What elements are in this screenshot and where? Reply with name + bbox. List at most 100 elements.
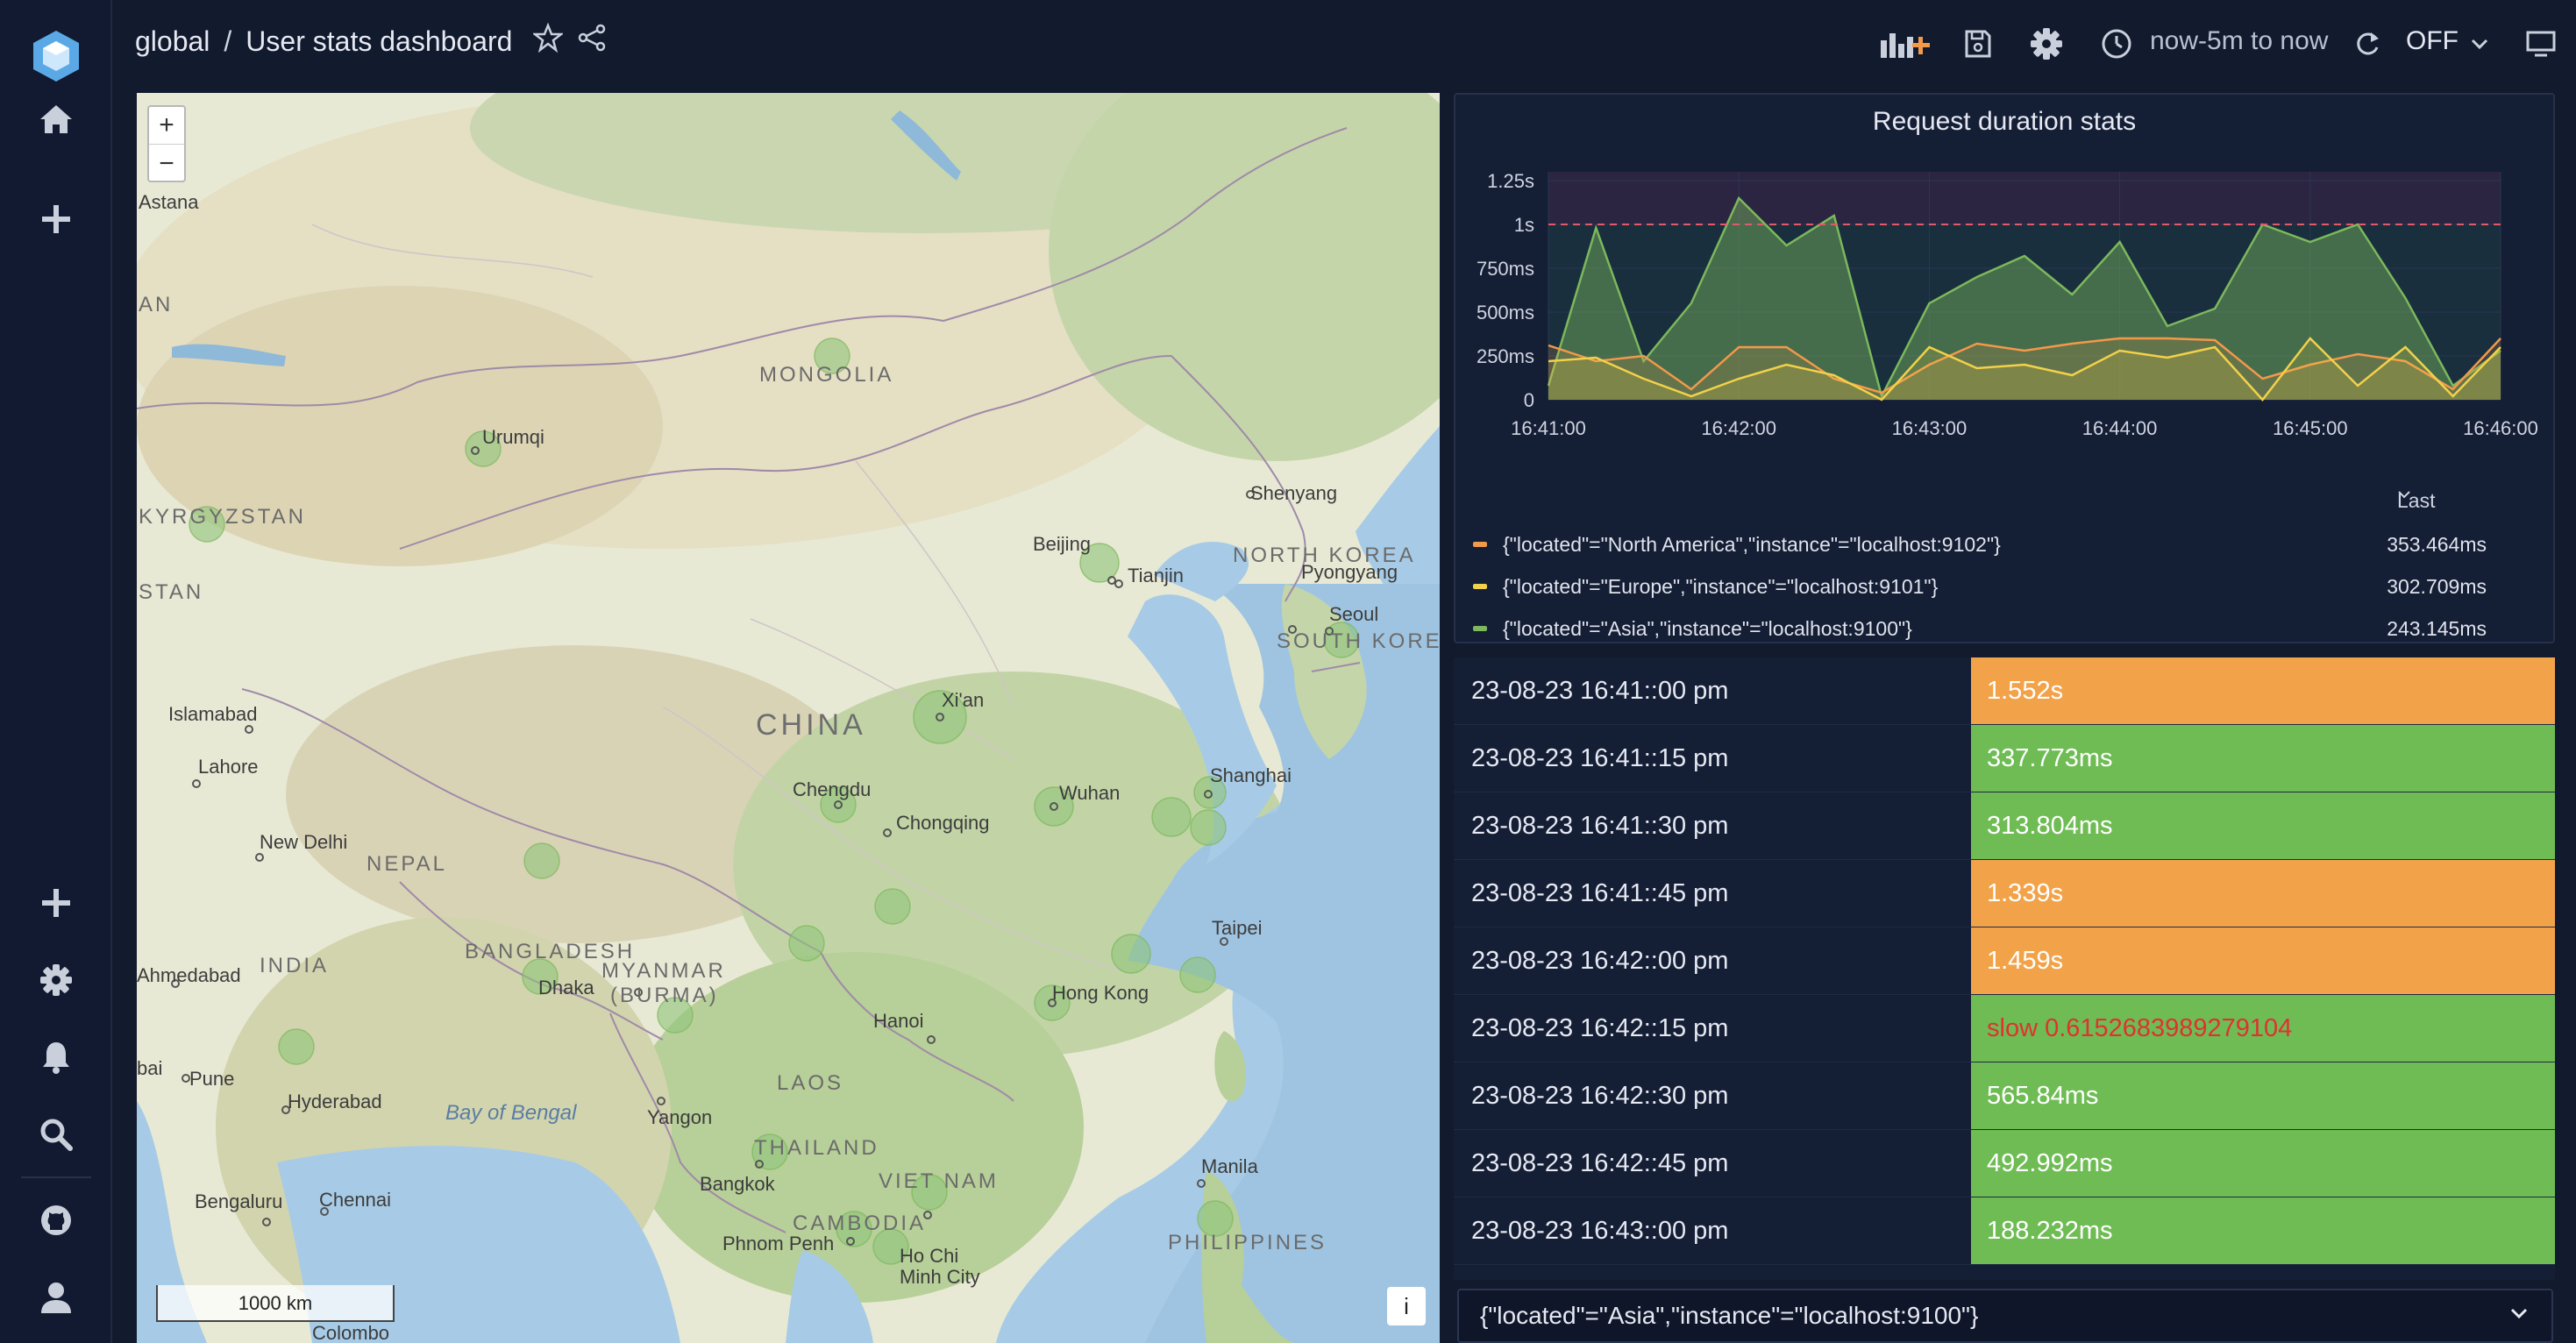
create-icon[interactable]	[21, 868, 91, 938]
github-icon[interactable]	[21, 1185, 91, 1255]
duration-chart[interactable]: 0 250ms 500ms 750ms 1s 1.25s 16:41:00 16:42:00 1…	[1455, 95, 2557, 480]
zoom-out-button[interactable]: −	[149, 145, 184, 182]
time-cell: 23-08-23 16:41::00 pm	[1471, 677, 1729, 705]
save-icon[interactable]	[1957, 23, 1999, 65]
map-label: Seoul	[1329, 603, 1379, 625]
value-cell: 565.84ms	[1971, 1062, 2555, 1129]
map-label: Urumqi	[482, 426, 544, 448]
time-cell: 23-08-23 16:41::15 pm	[1471, 744, 1729, 772]
map-label: Chongqing	[896, 812, 990, 834]
map-label: MYANMAR	[601, 959, 726, 983]
map-label: Yangon	[647, 1106, 713, 1128]
legend-last-value: 243.145ms	[2387, 617, 2487, 640]
table-row: 23-08-23 16:41::45 pm 1.339s	[1454, 860, 2555, 927]
refresh-icon[interactable]	[2346, 23, 2388, 65]
y-tick-label: 1s	[1514, 214, 1534, 236]
time-cell: 23-08-23 16:41::30 pm	[1471, 812, 1729, 840]
map-label: Hong Kong	[1052, 982, 1149, 1004]
x-tick-label: 16:44:00	[2082, 417, 2158, 439]
map-label: Lahore	[198, 756, 259, 778]
x-tick-label: 16:43:00	[1892, 417, 1968, 439]
map-label: Colombo	[312, 1322, 390, 1343]
home-icon[interactable]	[21, 84, 91, 154]
table-row: 23-08-23 16:42::45 pm 492.992ms	[1454, 1130, 2555, 1197]
legend-item[interactable]: {"located"="Asia","instance"="localhost:…	[1473, 612, 2543, 647]
dashboard-settings-icon[interactable]	[2025, 23, 2067, 65]
request-duration-panel: Request duration stats 0 250ms 500ms 750ms 1…	[1454, 93, 2555, 643]
value-cell: slow 0.6152683989279104	[1971, 995, 2555, 1062]
series-select[interactable]: {"located"="Asia","instance"="localhost:…	[1457, 1289, 2553, 1343]
time-cell: 23-08-23 16:41::45 pm	[1471, 879, 1729, 907]
map-label: Wuhan	[1059, 782, 1121, 804]
logo-icon[interactable]	[21, 21, 91, 91]
y-tick-label: 500ms	[1477, 302, 1534, 323]
map-scale-bar: 1000 km	[156, 1285, 395, 1322]
value-cell: 1.552s	[1971, 657, 2555, 724]
tv-mode-icon[interactable]	[2520, 23, 2562, 65]
breadcrumb-folder[interactable]: global	[135, 25, 210, 58]
zoom-control: + −	[147, 105, 186, 182]
user-icon[interactable]	[21, 1262, 91, 1332]
clock-icon[interactable]	[2096, 23, 2138, 65]
time-cell: 23-08-23 16:43::00 pm	[1471, 1217, 1729, 1245]
map-label: VIET NAM	[879, 1169, 999, 1193]
value-cell: 313.804ms	[1971, 792, 2555, 859]
map-label: Xi'an	[942, 689, 985, 711]
zoom-in-button[interactable]: +	[149, 107, 184, 145]
legend-series-name: {"located"="Europe","instance"="localhos…	[1503, 575, 1939, 598]
chevron-down-icon	[2398, 491, 2410, 499]
add-icon[interactable]	[21, 184, 91, 254]
map-label: Tianjin	[1128, 565, 1184, 586]
map-label: bai	[137, 1057, 163, 1079]
refresh-interval[interactable]: OFF	[2406, 26, 2459, 56]
value-cell: 1.339s	[1971, 860, 2555, 927]
add-panel-icon[interactable]	[1878, 23, 1931, 65]
legend-last-value: 353.464ms	[2387, 533, 2487, 556]
table-row: 23-08-23 16:43::00 pm 188.232ms	[1454, 1197, 2555, 1265]
table-row: 23-08-23 16:42::15 pm slow 0.615268398927…	[1454, 995, 2555, 1062]
map-label: NEPAL	[366, 852, 447, 876]
map-label: Bengaluru	[195, 1190, 283, 1212]
settings-icon[interactable]	[21, 945, 91, 1015]
map-label: Chengdu	[793, 778, 872, 800]
map-label: Shenyang	[1250, 482, 1338, 504]
map-info-button[interactable]: i	[1387, 1287, 1426, 1325]
map-label: Chennai	[319, 1189, 391, 1211]
sidebar-divider	[21, 1176, 91, 1178]
share-icon[interactable]	[577, 23, 607, 60]
legend-item[interactable]: {"located"="Europe","instance"="localhos…	[1473, 570, 2543, 605]
map-label: Shanghai	[1210, 764, 1292, 786]
value-cell: 1.459s	[1971, 927, 2555, 994]
map-label: Pune	[189, 1068, 235, 1090]
bell-icon[interactable]	[21, 1022, 91, 1092]
page-title[interactable]: User stats dashboard	[246, 25, 512, 58]
chevron-down-icon[interactable]	[2459, 23, 2501, 65]
map-label: SOUTH KOREA	[1277, 629, 1440, 653]
map-label: Minh City	[900, 1266, 980, 1288]
star-icon[interactable]	[531, 22, 566, 60]
map-label: LAOS	[777, 1071, 844, 1095]
map-label: Hyderabad	[288, 1091, 382, 1112]
chevron-down-icon	[2510, 1308, 2528, 1319]
time-range-picker[interactable]: now-5m to now	[2150, 26, 2328, 56]
legend-series-name: {"located"="Asia","instance"="localhost:…	[1503, 617, 1912, 640]
threshold-band-above	[1548, 172, 2501, 224]
search-icon[interactable]	[21, 1099, 91, 1169]
duration-table-panel: 23-08-23 16:41::00 pm 1.552s 23-08-23 16:4…	[1454, 657, 2555, 1280]
map-label: Islamabad	[168, 703, 258, 725]
map-label: KYRGYZSTAN	[139, 505, 306, 529]
map-panel[interactable]: Astana AN KYRGYZSTAN STAN Urumqi MONGOLI…	[137, 93, 1440, 1343]
legend-item[interactable]: {"located"="North America","instance"="l…	[1473, 528, 2543, 563]
table-row: 23-08-23 16:41::15 pm 337.773ms	[1454, 725, 2555, 792]
map-label: Bangkok	[700, 1173, 775, 1195]
y-tick-label: 1.25s	[1487, 170, 1534, 192]
map-label: Taipei	[1212, 917, 1263, 939]
table-row: 23-08-23 16:42::00 pm 1.459s	[1454, 927, 2555, 995]
map-label: Ho Chi	[900, 1245, 959, 1267]
breadcrumb-separator: /	[224, 25, 232, 57]
x-tick-label: 16:42:00	[1701, 417, 1776, 439]
legend-sort-last[interactable]: Last	[2397, 489, 2435, 513]
x-tick-label: 16:45:00	[2273, 417, 2348, 439]
legend-swatch	[1473, 542, 1487, 547]
time-cell: 23-08-23 16:42::00 pm	[1471, 947, 1729, 975]
